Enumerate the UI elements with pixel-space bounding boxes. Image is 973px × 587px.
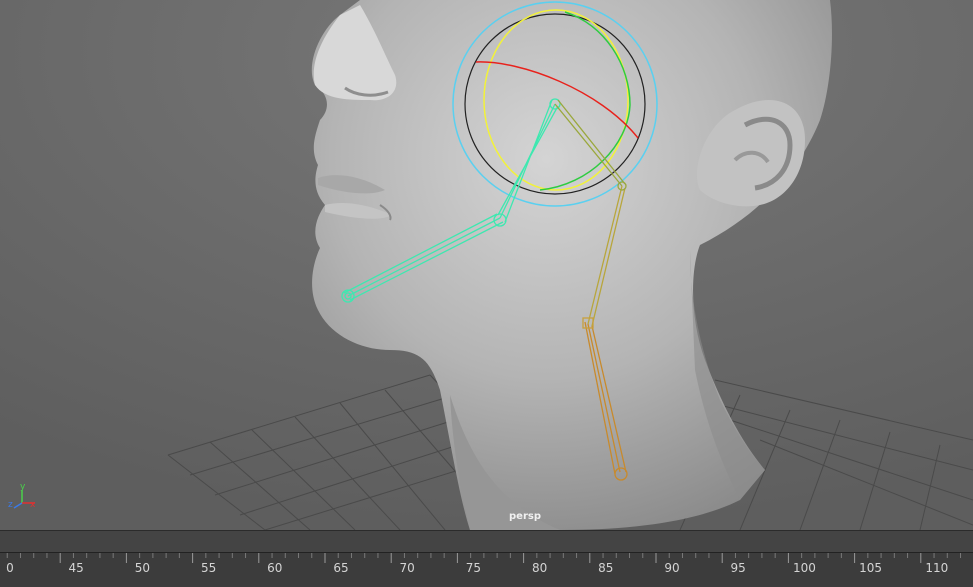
timeline-tick-label: 90 <box>664 561 680 575</box>
timeline-tick-label: 60 <box>267 561 283 575</box>
timeline-tick-label: 45 <box>68 561 84 575</box>
time-slider[interactable]: 0 45 50 55 60 65 70 75 80 85 90 95 100 105 110 <box>0 552 973 587</box>
timeline-tick-label: 55 <box>200 561 217 575</box>
timeline-tick-label: 65 <box>333 561 349 575</box>
timeline-tick-label: 105 <box>859 561 883 575</box>
timeline-tick-label: 85 <box>598 561 614 575</box>
axis-label-z: z <box>8 500 13 510</box>
timeline-tick-label: 75 <box>465 561 482 575</box>
timeline-tick-label: 95 <box>730 561 746 575</box>
timeline-tick-label: 70 <box>399 561 415 575</box>
timeline-tick-label: 100 <box>792 561 816 575</box>
axis-label-y: y <box>20 482 26 492</box>
timeline-tick-label: 50 <box>134 561 151 575</box>
viewport-bottom-strip <box>0 530 973 553</box>
axis-label-x: x <box>30 500 36 510</box>
timeline-tick-label: 80 <box>531 561 548 575</box>
camera-name-label: persp <box>509 511 541 522</box>
timeline-tick-label: 0 <box>6 561 14 575</box>
perspective-viewport[interactable]: y z x persp <box>0 0 973 530</box>
timeline-tick-label: 110 <box>925 561 949 575</box>
